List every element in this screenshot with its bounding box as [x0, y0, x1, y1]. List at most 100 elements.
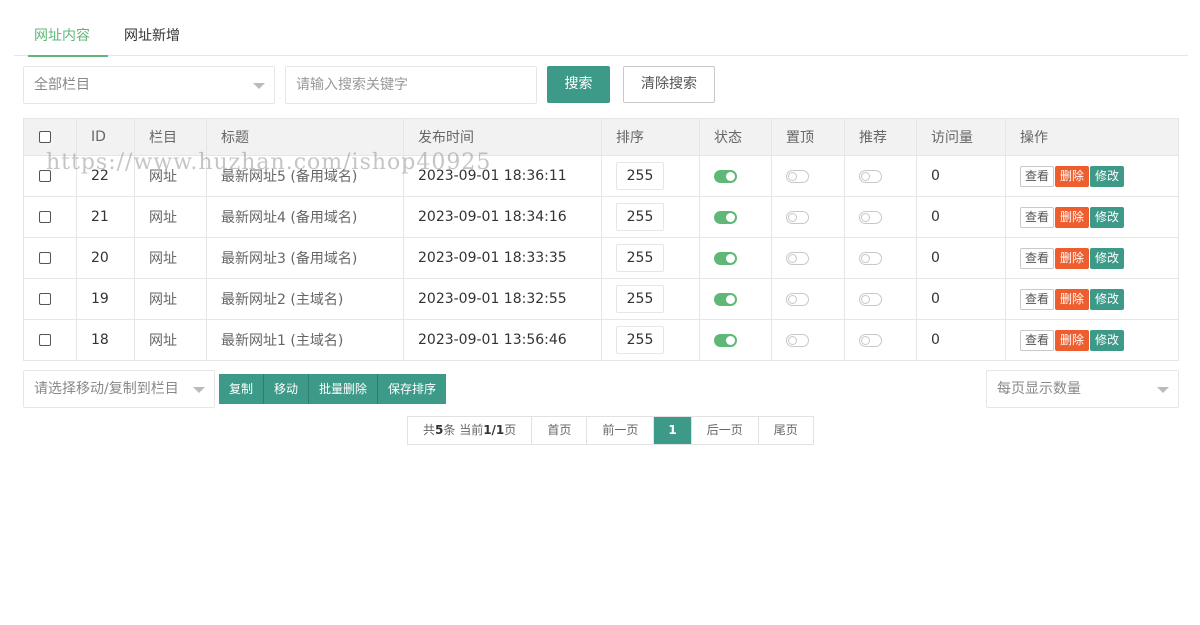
- cell-title: 最新网址4 (备用域名): [206, 196, 404, 238]
- delete-button[interactable]: 删除: [1055, 206, 1090, 228]
- row-select-cell: [23, 155, 77, 197]
- header-title: 标题: [206, 118, 404, 156]
- current-of-total: 1/1: [483, 423, 505, 437]
- delete-button[interactable]: 删除: [1055, 247, 1090, 269]
- top-toggle[interactable]: [786, 251, 809, 265]
- cell-status: [699, 319, 772, 361]
- cell-recommend: [844, 196, 917, 238]
- status-toggle[interactable]: [714, 210, 737, 224]
- row-checkbox[interactable]: [39, 252, 51, 264]
- recommend-toggle[interactable]: [859, 169, 882, 183]
- clear-search-button[interactable]: 清除搜索: [623, 66, 715, 103]
- last-page-link[interactable]: 尾页: [758, 417, 813, 444]
- header-select-all: [23, 118, 77, 156]
- sort-input[interactable]: 255: [616, 244, 664, 272]
- cell-time: 2023-09-01 18:33:35: [403, 237, 602, 279]
- cell-time: 2023-09-01 18:36:11: [403, 155, 602, 197]
- batch-delete-button[interactable]: 批量删除: [309, 374, 379, 404]
- row-select-cell: [23, 319, 77, 361]
- cell-views: 0: [916, 237, 1006, 279]
- row-checkbox[interactable]: [39, 293, 51, 305]
- view-button[interactable]: 查看: [1020, 329, 1055, 351]
- edit-button[interactable]: 修改: [1090, 288, 1125, 310]
- table-row: 22 网址 最新网址5 (备用域名) 2023-09-01 18:36:11 2…: [23, 155, 1179, 197]
- table-row: 19 网址 最新网址2 (主域名) 2023-09-01 18:32:55 25…: [23, 278, 1179, 320]
- cell-sort: 255: [601, 196, 700, 238]
- header-top: 置顶: [771, 118, 845, 156]
- category-select[interactable]: 全部栏目: [23, 66, 275, 104]
- sort-input[interactable]: 255: [616, 203, 664, 231]
- status-toggle[interactable]: [714, 292, 737, 306]
- target-category-select[interactable]: 请选择移动/复制到栏目: [23, 370, 215, 408]
- sort-input[interactable]: 255: [616, 162, 664, 190]
- tab-url-add[interactable]: 网址新增: [124, 18, 180, 56]
- recommend-toggle[interactable]: [859, 333, 882, 347]
- top-toggle[interactable]: [786, 169, 809, 183]
- delete-button[interactable]: 删除: [1055, 165, 1090, 187]
- status-toggle[interactable]: [714, 251, 737, 265]
- cell-title: 最新网址2 (主域名): [206, 278, 404, 320]
- sort-input[interactable]: 255: [616, 285, 664, 313]
- cell-views: 0: [916, 319, 1006, 361]
- cell-top: [771, 155, 845, 197]
- select-all-checkbox[interactable]: [39, 131, 51, 143]
- edit-button[interactable]: 修改: [1090, 206, 1125, 228]
- next-page-link[interactable]: 后一页: [691, 417, 759, 444]
- header-sort: 排序: [601, 118, 700, 156]
- edit-button[interactable]: 修改: [1090, 329, 1125, 351]
- page-info: 共5条 当前1/1页: [408, 417, 533, 444]
- cell-status: [699, 196, 772, 238]
- batch-actions: 复制 移动 批量删除 保存排序: [219, 374, 447, 404]
- header-id: ID: [76, 118, 135, 156]
- search-button[interactable]: 搜索: [547, 66, 610, 103]
- save-sort-button[interactable]: 保存排序: [378, 374, 447, 404]
- url-table: ID 栏目 标题 发布时间 排序 状态 置顶 推荐 访问量 操作 22 网址 最…: [23, 118, 1179, 361]
- cell-actions: 查看 删除 修改: [1005, 155, 1179, 197]
- edit-button[interactable]: 修改: [1090, 165, 1125, 187]
- edit-button[interactable]: 修改: [1090, 247, 1125, 269]
- cell-time: 2023-09-01 13:56:46: [403, 319, 602, 361]
- current-page[interactable]: 1: [654, 417, 692, 444]
- tab-url-content[interactable]: 网址内容: [28, 18, 108, 57]
- recommend-toggle[interactable]: [859, 292, 882, 306]
- cell-actions: 查看 删除 修改: [1005, 319, 1179, 361]
- status-toggle[interactable]: [714, 169, 737, 183]
- prev-page-link[interactable]: 前一页: [587, 417, 655, 444]
- row-checkbox[interactable]: [39, 170, 51, 182]
- cell-top: [771, 319, 845, 361]
- cell-id: 20: [76, 237, 135, 279]
- copy-button[interactable]: 复制: [219, 374, 265, 404]
- table-body: 22 网址 最新网址5 (备用域名) 2023-09-01 18:36:11 2…: [23, 155, 1179, 361]
- cell-category: 网址: [134, 319, 207, 361]
- first-page-link[interactable]: 首页: [532, 417, 588, 444]
- view-button[interactable]: 查看: [1020, 206, 1055, 228]
- move-button[interactable]: 移动: [264, 374, 310, 404]
- chevron-down-icon: [253, 83, 265, 89]
- per-page-select[interactable]: 每页显示数量: [986, 370, 1179, 408]
- status-toggle[interactable]: [714, 333, 737, 347]
- delete-button[interactable]: 删除: [1055, 288, 1090, 310]
- top-toggle[interactable]: [786, 333, 809, 347]
- cell-sort: 255: [601, 278, 700, 320]
- cell-recommend: [844, 278, 917, 320]
- top-toggle[interactable]: [786, 210, 809, 224]
- search-input[interactable]: [285, 66, 537, 104]
- sort-input[interactable]: 255: [616, 326, 664, 354]
- page-info-mid: 条 当前: [443, 423, 484, 437]
- recommend-toggle[interactable]: [859, 251, 882, 265]
- row-checkbox[interactable]: [39, 211, 51, 223]
- header-recommend: 推荐: [844, 118, 917, 156]
- view-button[interactable]: 查看: [1020, 165, 1055, 187]
- row-select-cell: [23, 278, 77, 320]
- cell-top: [771, 196, 845, 238]
- row-checkbox[interactable]: [39, 334, 51, 346]
- recommend-toggle[interactable]: [859, 210, 882, 224]
- header-time: 发布时间: [403, 118, 602, 156]
- delete-button[interactable]: 删除: [1055, 329, 1090, 351]
- cell-recommend: [844, 237, 917, 279]
- table-row: 18 网址 最新网址1 (主域名) 2023-09-01 13:56:46 25…: [23, 319, 1179, 361]
- top-toggle[interactable]: [786, 292, 809, 306]
- view-button[interactable]: 查看: [1020, 247, 1055, 269]
- view-button[interactable]: 查看: [1020, 288, 1055, 310]
- cell-category: 网址: [134, 196, 207, 238]
